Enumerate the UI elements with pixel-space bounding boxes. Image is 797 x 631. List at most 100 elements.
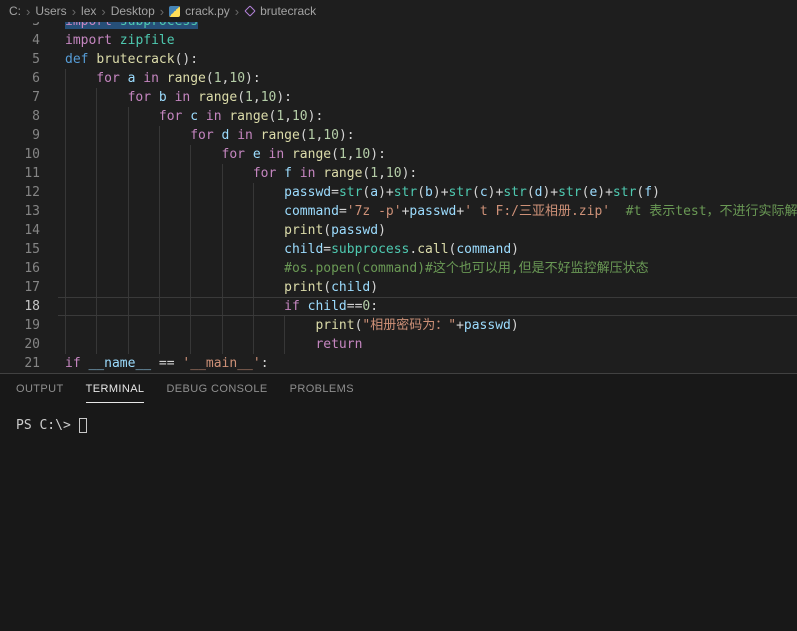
indent-guide [96,164,97,183]
indent-guide [253,316,254,335]
line-number: 15 [0,240,65,259]
code-line-21[interactable]: 21if __name__ == '__main__': [0,354,797,373]
code-line-9[interactable]: 9for d in range(1,10): [0,126,797,145]
code-text: print(passwd) [65,221,386,240]
indent-guide [159,297,160,316]
indent-guide [190,145,191,164]
breadcrumb-item-brutecrack[interactable]: brutecrack [244,4,316,18]
indent-guide [65,183,66,202]
code-line-15[interactable]: 15child=subprocess.call(command) [0,240,797,259]
indent-guide [190,240,191,259]
line-number: 20 [0,335,65,354]
indent-guide [96,335,97,354]
code-text: print(child) [65,278,378,297]
code-line-3[interactable]: 3import subprocess [0,22,797,31]
indent-guide [96,183,97,202]
indent-guide [222,259,223,278]
code-line-14[interactable]: 14print(passwd) [0,221,797,240]
indent-guide [253,278,254,297]
indent-guide [159,202,160,221]
indent-guide [65,240,66,259]
chevron-right-icon: › [235,5,239,18]
panel-tab-debug-console[interactable]: DEBUG CONSOLE [166,383,267,403]
indent-guide [65,297,66,316]
code-editor[interactable]: 3import subprocess 4import zipfile5def b… [0,22,797,373]
indent-guide [65,164,66,183]
bottom-panel: OUTPUT TERMINAL DEBUG CONSOLE PROBLEMS PS C… [0,373,797,631]
indent-guide [96,107,97,126]
line-number: 18 [0,297,65,316]
indent-guide [253,335,254,354]
indent-guide [253,259,254,278]
indent-guide [128,145,129,164]
code-text: if __name__ == '__main__': [65,354,269,373]
code-line-4[interactable]: 4import zipfile [0,31,797,50]
code-line-8[interactable]: 8for c in range(1,10): [0,107,797,126]
panel-tab-output[interactable]: OUTPUT [16,383,64,403]
indent-guide [65,278,66,297]
indent-guide [128,107,129,126]
code-line-10[interactable]: 10for e in range(1,10): [0,145,797,164]
indent-guide [190,316,191,335]
code-line-7[interactable]: 7for b in range(1,10): [0,88,797,107]
line-number: 19 [0,316,65,335]
line-number: 16 [0,259,65,278]
code-line-6[interactable]: 6for a in range(1,10): [0,69,797,88]
indent-guide [96,126,97,145]
indent-guide [159,316,160,335]
breadcrumb-label: Users [35,4,66,18]
code-text: for c in range(1,10): [65,107,323,126]
line-number: 5 [0,50,65,69]
code-line-18[interactable]: 18if child==0: [0,297,797,316]
indent-guide [159,126,160,145]
code-text: import zipfile [65,31,175,50]
code-text: for e in range(1,10): [65,145,386,164]
indent-guide [128,202,129,221]
line-number: 11 [0,164,65,183]
code-line-5[interactable]: 5def brutecrack(): [0,50,797,69]
line-number: 13 [0,202,65,221]
breadcrumb-item-crack-py[interactable]: crack.py [169,4,230,18]
chevron-right-icon: › [72,5,76,18]
indent-guide [96,202,97,221]
line-number: 8 [0,107,65,126]
indent-guide [65,202,66,221]
python-file-icon [169,6,180,17]
terminal-prompt: PS C:\> [16,417,79,434]
code-line-12[interactable]: 12passwd=str(a)+str(b)+str(c)+str(d)+str… [0,183,797,202]
panel-tab-terminal[interactable]: TERMINAL [86,383,145,403]
indent-guide [159,259,160,278]
breadcrumb-item-users[interactable]: Users [35,4,66,18]
code-text: if child==0: [65,297,378,316]
indent-guide [96,240,97,259]
symbol-method-icon [244,5,255,16]
code-line-17[interactable]: 17print(child) [0,278,797,297]
indent-guide [128,183,129,202]
indent-guide [128,240,129,259]
breadcrumb-item-lex[interactable]: lex [81,4,96,18]
clipped-top-line: 3import subprocess [0,22,797,31]
terminal[interactable]: PS C:\> [0,403,797,448]
indent-guide [190,278,191,297]
indent-guide [65,316,66,335]
code-line-11[interactable]: 11for f in range(1,10): [0,164,797,183]
indent-guide [253,202,254,221]
indent-guide [190,221,191,240]
code-line-19[interactable]: 19print("相册密码为："+passwd) [0,316,797,335]
indent-guide [190,183,191,202]
indent-guide [253,297,254,316]
code-text: for b in range(1,10): [65,88,292,107]
indent-guide [190,202,191,221]
indent-guide [159,221,160,240]
code-line-13[interactable]: 13command='7z -p'+passwd+' t F:/三亚相册.zip… [0,202,797,221]
indent-guide [159,240,160,259]
indent-guide [65,88,66,107]
code-line-20[interactable]: 20return [0,335,797,354]
breadcrumb-item-desktop[interactable]: Desktop [111,4,155,18]
breadcrumb-label: Desktop [111,4,155,18]
breadcrumb-label: C: [9,4,21,18]
code-line-16[interactable]: 16#os.popen(command)#这个也可以用,但是不好监控解压状态 [0,259,797,278]
breadcrumb-item-c-[interactable]: C: [9,4,21,18]
code-text: import subprocess [65,22,198,31]
panel-tab-problems[interactable]: PROBLEMS [290,383,354,403]
